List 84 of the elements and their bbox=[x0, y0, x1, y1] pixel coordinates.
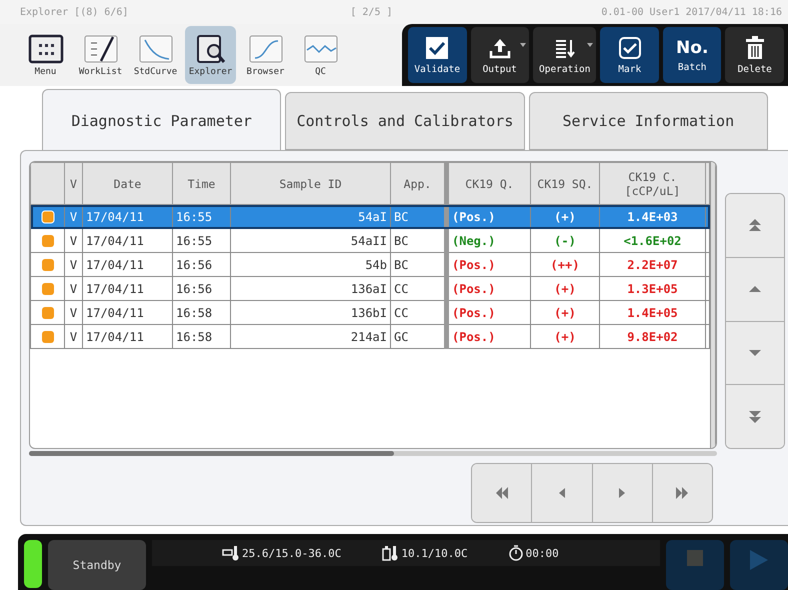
stop-icon bbox=[687, 550, 703, 566]
column-header[interactable]: Sample ID bbox=[230, 162, 390, 204]
table-cell: 9.8E+02 bbox=[600, 324, 706, 348]
double-up-icon bbox=[749, 219, 761, 232]
column-header[interactable]: V bbox=[64, 162, 82, 204]
toolbar-button[interactable]: StdCurve bbox=[130, 26, 181, 84]
table-row[interactable]: V 17/04/11 16:55 54aII BC (Neg.) (-) <1.6E+02 bbox=[30, 228, 710, 252]
checkbox-icon bbox=[618, 36, 642, 60]
toolbar-button[interactable]: Menu bbox=[20, 26, 71, 84]
column-header[interactable]: App. bbox=[390, 162, 446, 204]
tab[interactable]: Diagnostic Parameter bbox=[42, 89, 282, 151]
toolbar-button[interactable]: Explorer bbox=[185, 26, 236, 84]
toolbar-button[interactable]: Browser bbox=[240, 26, 291, 84]
table-cell: (+) bbox=[530, 324, 600, 348]
next-page-button[interactable] bbox=[592, 464, 653, 522]
curve-icon bbox=[138, 34, 174, 64]
prev-page-button[interactable] bbox=[532, 464, 592, 522]
action-button[interactable]: Validate bbox=[408, 27, 466, 83]
down-icon bbox=[749, 350, 761, 356]
trash-icon bbox=[744, 36, 765, 60]
list-pen-icon bbox=[82, 34, 118, 64]
page-indicator: [ 2/5 ] bbox=[350, 6, 393, 18]
user-info: 0.01-00 User1 2017/04/11 18:16 bbox=[601, 6, 782, 18]
curve-icon bbox=[248, 34, 284, 64]
caret-icon bbox=[520, 43, 526, 47]
horizontal-scrollbar[interactable] bbox=[29, 451, 717, 456]
stopwatch-icon bbox=[508, 545, 524, 561]
table-cell: 214aI bbox=[230, 324, 390, 348]
flag-icon bbox=[40, 258, 54, 272]
scroll-up-button[interactable] bbox=[726, 258, 784, 322]
table-cell: (Pos.) bbox=[446, 324, 530, 348]
scroll-bottom-button[interactable] bbox=[726, 385, 784, 448]
table-cell: 17/04/11 bbox=[82, 324, 172, 348]
action-button[interactable]: Mark bbox=[600, 27, 659, 83]
action-button[interactable]: Output bbox=[470, 27, 529, 83]
table-cell: V bbox=[64, 324, 82, 348]
double-down-icon bbox=[749, 410, 761, 423]
column-header[interactable]: CK19 C. [cCP/uL] bbox=[600, 162, 706, 204]
column-header[interactable]: CK19 SQ. bbox=[530, 162, 600, 204]
table-row[interactable]: V 17/04/11 16:55 54aI BC (Pos.) (+) 1.4E+03 bbox=[30, 204, 710, 228]
action-button[interactable]: Operation bbox=[533, 27, 596, 83]
status-light bbox=[24, 540, 42, 588]
left-icon bbox=[558, 488, 565, 498]
window-title: Explorer [(8) 6/6] bbox=[20, 6, 128, 18]
thermometer-rack-icon bbox=[222, 545, 240, 561]
caret-icon bbox=[587, 43, 594, 47]
status-button[interactable]: Standby bbox=[48, 540, 146, 590]
scroll-top-button[interactable] bbox=[726, 194, 784, 258]
up-icon bbox=[749, 286, 761, 292]
checkbox-icon bbox=[425, 36, 450, 60]
scroll-down-button[interactable] bbox=[726, 322, 784, 386]
table-row[interactable]: V 17/04/11 16:56 54b BC (Pos.) (++) 2.2E+07 bbox=[30, 252, 710, 276]
status-reading: 25.6/15.0-36.0C bbox=[242, 546, 342, 560]
status-reading: 00:00 bbox=[526, 546, 559, 560]
last-page-button[interactable] bbox=[652, 464, 712, 522]
action-button[interactable]: Delete bbox=[725, 27, 784, 83]
toolbar-button[interactable]: WorkList bbox=[75, 26, 126, 84]
flag-icon bbox=[40, 282, 54, 296]
table-row[interactable]: V 17/04/11 16:58 136bI CC (Pos.) (+) 1.4E+05 bbox=[30, 300, 710, 324]
grid-icon bbox=[28, 34, 64, 64]
toolbar-button[interactable]: QC bbox=[295, 26, 346, 84]
table-row[interactable]: V 17/04/11 16:56 136aI CC (Pos.) (+) 1.3E+05 bbox=[30, 276, 710, 300]
right-icon bbox=[619, 488, 626, 498]
column-header[interactable]: Date bbox=[82, 162, 172, 204]
action-button[interactable]: No. Batch bbox=[662, 27, 722, 83]
tab[interactable]: Controls and Calibrators bbox=[285, 92, 525, 150]
chart-icon bbox=[302, 34, 338, 64]
table-cell: GC bbox=[390, 324, 446, 348]
thermometer-bottle-icon bbox=[381, 545, 400, 561]
status-reading: 10.1/10.0C bbox=[401, 546, 468, 560]
flag-icon bbox=[40, 330, 54, 344]
column-header[interactable]: CK19 Q. bbox=[446, 162, 530, 204]
first-page-button[interactable] bbox=[472, 464, 532, 522]
double-right-icon bbox=[676, 487, 688, 499]
table-row[interactable]: V 17/04/11 16:58 214aI GC (Pos.) (+) 9.8E+02 bbox=[30, 324, 710, 348]
double-left-icon bbox=[496, 487, 508, 499]
flag-icon bbox=[40, 306, 54, 320]
flag-icon bbox=[40, 210, 54, 224]
tab[interactable]: Service Information bbox=[528, 92, 768, 150]
scrollbar[interactable] bbox=[710, 162, 716, 448]
play-icon bbox=[750, 550, 768, 570]
table-cell: 16:58 bbox=[172, 324, 230, 348]
column-header[interactable]: Time bbox=[172, 162, 230, 204]
flag-icon bbox=[40, 234, 54, 248]
